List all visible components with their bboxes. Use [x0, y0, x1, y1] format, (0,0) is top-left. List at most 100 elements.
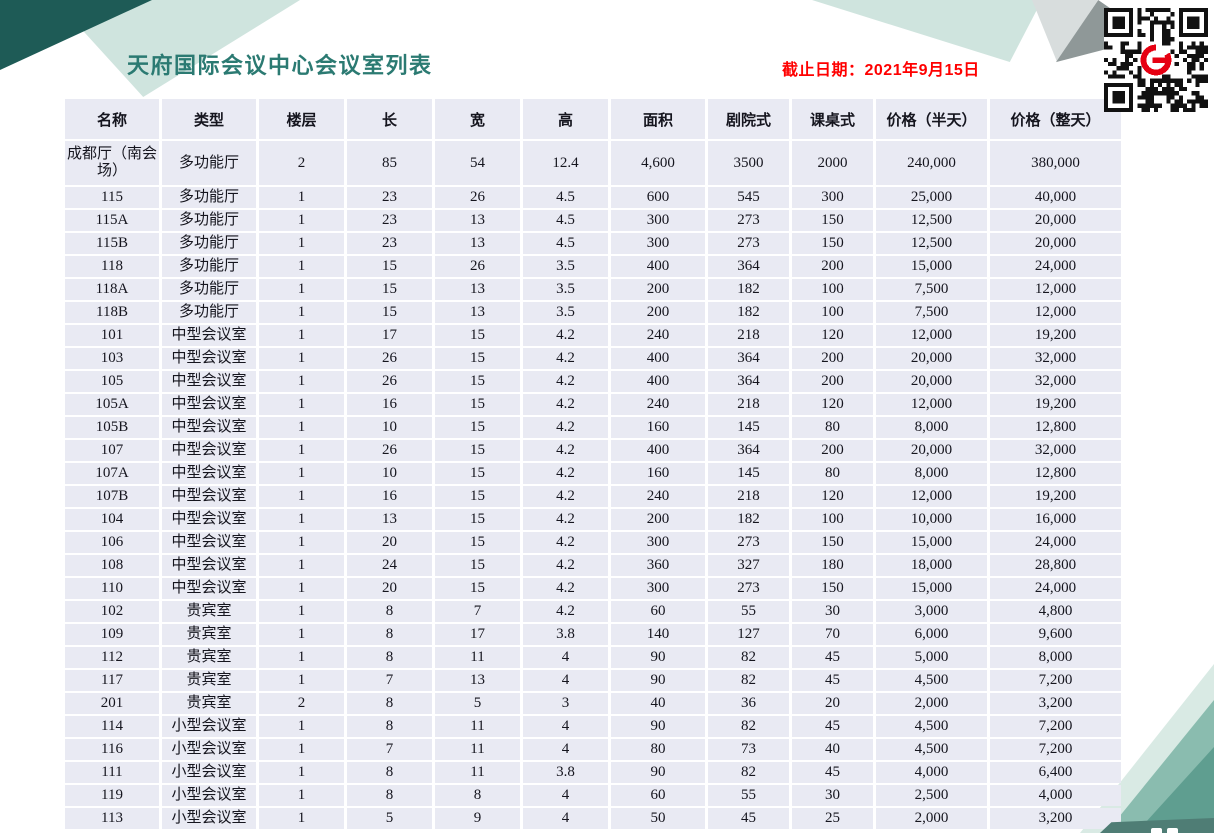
table-row: 106中型会议室120154.230027315015,00024,000: [65, 532, 1121, 553]
table-row: 105A中型会议室116154.224021812012,00019,200: [65, 394, 1121, 415]
table-cell: 100: [792, 279, 873, 300]
table-cell: 4.2: [523, 509, 608, 530]
table-cell: 多功能厅: [162, 279, 256, 300]
table-row: 112贵宾室181149082455,0008,000: [65, 647, 1121, 668]
table-cell: 15: [435, 371, 520, 392]
table-cell: 8: [347, 601, 432, 622]
table-cell: 600: [611, 187, 705, 208]
table-cell: 15,000: [876, 256, 987, 277]
table-row: 201贵宾室28534036202,0003,200: [65, 693, 1121, 714]
table-row: 101中型会议室117154.224021812012,00019,200: [65, 325, 1121, 346]
table-cell: 贵宾室: [162, 624, 256, 645]
table-cell: 1: [259, 210, 344, 231]
table-cell: 7,200: [990, 670, 1121, 691]
table-cell: 82: [708, 647, 789, 668]
table-cell: 12,000: [876, 325, 987, 346]
table-cell: 中型会议室: [162, 371, 256, 392]
table-cell: 成都厅（南会场）: [65, 141, 159, 185]
table-cell: 8: [347, 785, 432, 806]
table-cell: 4.2: [523, 371, 608, 392]
table-cell: 15: [347, 279, 432, 300]
table-cell: 4,600: [611, 141, 705, 185]
decor-triangle-mint-topright: [812, 0, 1042, 62]
table-cell: 273: [708, 210, 789, 231]
table-cell: 1: [259, 808, 344, 829]
table-cell: 85: [347, 141, 432, 185]
column-header: 宽: [435, 99, 520, 139]
table-cell: 4.2: [523, 532, 608, 553]
table-cell: 23: [347, 210, 432, 231]
table-cell: 7,200: [990, 739, 1121, 760]
table-cell: 106: [65, 532, 159, 553]
table-cell: 7,500: [876, 279, 987, 300]
table-cell: 12,000: [990, 302, 1121, 323]
table-cell: 12,000: [876, 486, 987, 507]
table-cell: 54: [435, 141, 520, 185]
table-cell: 20,000: [876, 348, 987, 369]
table-cell: 200: [792, 371, 873, 392]
table-cell: 4.2: [523, 417, 608, 438]
table-cell: 9,600: [990, 624, 1121, 645]
table-cell: 110: [65, 578, 159, 599]
table-cell: 115: [65, 187, 159, 208]
table-cell: 114: [65, 716, 159, 737]
table-cell: 5: [347, 808, 432, 829]
table-cell: 26: [347, 371, 432, 392]
table-cell: 4: [523, 808, 608, 829]
table-cell: 13: [347, 509, 432, 530]
table-cell: 150: [792, 210, 873, 231]
table-row: 114小型会议室181149082454,5007,200: [65, 716, 1121, 737]
table-cell: 2: [259, 141, 344, 185]
table-cell: 24,000: [990, 256, 1121, 277]
table-cell: 200: [792, 348, 873, 369]
table-cell: 7: [435, 601, 520, 622]
table-cell: 23: [347, 233, 432, 254]
table-cell: 中型会议室: [162, 509, 256, 530]
table-cell: 119: [65, 785, 159, 806]
table-cell: 380,000: [990, 141, 1121, 185]
table-cell: 中型会议室: [162, 486, 256, 507]
table-cell: 108: [65, 555, 159, 576]
table-cell: 300: [611, 578, 705, 599]
table-cell: 364: [708, 440, 789, 461]
table-cell: 8: [347, 693, 432, 714]
table-cell: 2000: [792, 141, 873, 185]
table-cell: 4,000: [876, 762, 987, 783]
table-cell: 150: [792, 578, 873, 599]
table-cell: 4,500: [876, 739, 987, 760]
table-cell: 中型会议室: [162, 348, 256, 369]
table-cell: 19,200: [990, 325, 1121, 346]
table-cell: 5,000: [876, 647, 987, 668]
column-header: 楼层: [259, 99, 344, 139]
table-cell: 102: [65, 601, 159, 622]
table-cell: 15: [435, 532, 520, 553]
column-header: 类型: [162, 99, 256, 139]
table-cell: 145: [708, 463, 789, 484]
meeting-room-table: 名称类型楼层长宽高面积剧院式课桌式价格（半天）价格（整天） 成都厅（南会场）多功…: [62, 97, 1124, 831]
table-cell: 25,000: [876, 187, 987, 208]
table-cell: 82: [708, 670, 789, 691]
table-cell: 4.2: [523, 555, 608, 576]
table-cell: 小型会议室: [162, 785, 256, 806]
table-cell: 273: [708, 578, 789, 599]
table-cell: 中型会议室: [162, 532, 256, 553]
table-cell: 16,000: [990, 509, 1121, 530]
table-row: 117贵宾室171349082454,5007,200: [65, 670, 1121, 691]
table-cell: 16: [347, 486, 432, 507]
table-cell: 4.2: [523, 463, 608, 484]
table-cell: 16: [347, 394, 432, 415]
table-cell: 1: [259, 394, 344, 415]
table-cell: 218: [708, 394, 789, 415]
table-cell: 19,200: [990, 486, 1121, 507]
table-row: 111小型会议室18113.89082454,0006,400: [65, 762, 1121, 783]
table-cell: 30: [792, 601, 873, 622]
column-header: 面积: [611, 99, 705, 139]
table-row: 119小型会议室18846055302,5004,000: [65, 785, 1121, 806]
table-cell: 4.2: [523, 578, 608, 599]
table-cell: 32,000: [990, 440, 1121, 461]
table-cell: 7,200: [990, 716, 1121, 737]
table-cell: 12,000: [990, 279, 1121, 300]
table-cell: 17: [435, 624, 520, 645]
table-cell: 400: [611, 371, 705, 392]
table-body: 成都厅（南会场）多功能厅2855412.44,60035002000240,00…: [65, 141, 1121, 829]
